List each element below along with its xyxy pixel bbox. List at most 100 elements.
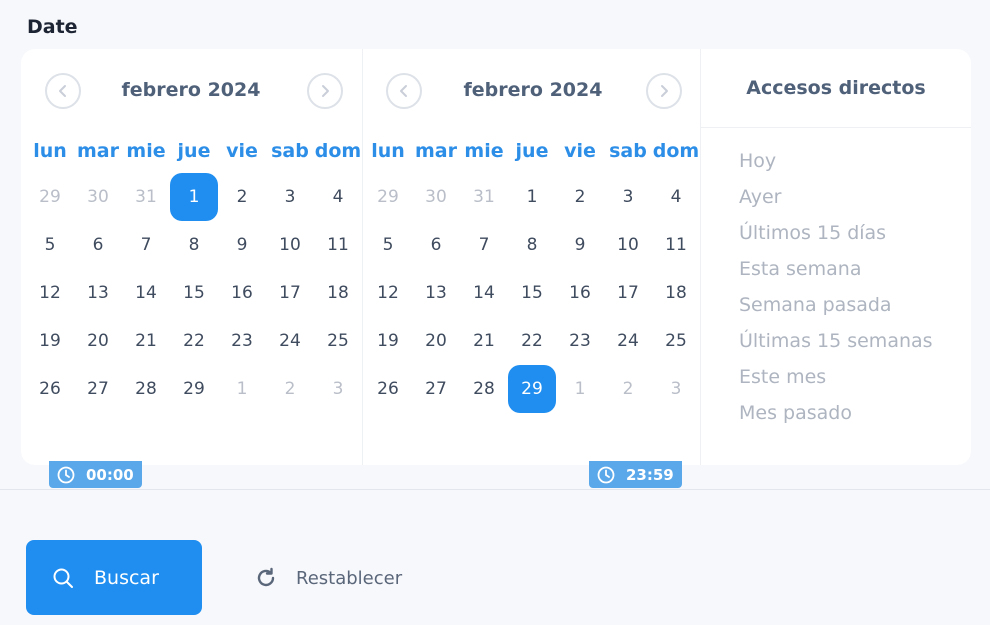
day-number: 1 [526, 187, 538, 207]
day-cell[interactable]: 26 [26, 365, 74, 413]
day-number: 29 [183, 379, 205, 399]
prev-month-button[interactable] [45, 73, 81, 109]
day-cell[interactable]: 5 [364, 221, 412, 269]
day-cell[interactable]: 23 [556, 317, 604, 365]
day-cell[interactable]: 30 [412, 173, 460, 221]
day-cell[interactable]: 20 [412, 317, 460, 365]
shortcut-item[interactable]: Esta semana [739, 256, 971, 292]
day-cell[interactable]: 22 [170, 317, 218, 365]
shortcut-item[interactable]: Ayer [739, 184, 971, 220]
day-cell[interactable]: 29 [170, 365, 218, 413]
day-cell[interactable]: 2 [556, 173, 604, 221]
search-button[interactable]: Buscar [26, 540, 202, 615]
day-cell[interactable]: 16 [556, 269, 604, 317]
day-cell[interactable]: 24 [604, 317, 652, 365]
day-cell[interactable]: 30 [74, 173, 122, 221]
day-cell[interactable]: 15 [170, 269, 218, 317]
day-cell[interactable]: 1 [556, 365, 604, 413]
day-cell[interactable]: 9 [218, 221, 266, 269]
day-cell[interactable]: 19 [364, 317, 412, 365]
day-cell[interactable]: 14 [460, 269, 508, 317]
day-cell[interactable]: 12 [26, 269, 74, 317]
day-cell[interactable]: 11 [652, 221, 700, 269]
day-cell[interactable]: 4 [652, 173, 700, 221]
day-cell-selected[interactable]: 1 [170, 173, 218, 221]
start-time-value: 00:00 [86, 465, 134, 484]
day-grid: 29 30 31 1 2 3 4 5 6 7 8 9 10 11 12 13 14 15 16 17 18 19 20 21 2… [364, 173, 700, 413]
day-cell[interactable]: 8 [508, 221, 556, 269]
day-cell[interactable]: 25 [314, 317, 362, 365]
next-month-button[interactable] [307, 73, 343, 109]
day-cell[interactable]: 17 [266, 269, 314, 317]
day-number: 1 [236, 379, 248, 399]
day-cell[interactable]: 6 [412, 221, 460, 269]
day-cell[interactable]: 23 [218, 317, 266, 365]
day-cell[interactable]: 12 [364, 269, 412, 317]
shortcut-item[interactable]: Este mes [739, 364, 971, 400]
day-number: 20 [87, 331, 109, 351]
day-cell[interactable]: 6 [74, 221, 122, 269]
field-label: Date [27, 16, 78, 38]
day-cell[interactable]: 21 [460, 317, 508, 365]
next-month-button[interactable] [646, 73, 682, 109]
end-time-button[interactable]: 23:59 [589, 461, 682, 488]
day-cell[interactable]: 1 [218, 365, 266, 413]
day-cell[interactable]: 3 [314, 365, 362, 413]
day-cell[interactable]: 27 [412, 365, 460, 413]
day-cell[interactable]: 18 [652, 269, 700, 317]
day-cell[interactable]: 29 [26, 173, 74, 221]
day-number: 6 [430, 235, 442, 255]
day-cell[interactable]: 17 [604, 269, 652, 317]
day-cell[interactable]: 9 [556, 221, 604, 269]
shortcut-item[interactable]: Últimos 15 días [739, 220, 971, 256]
weekday-label: sab [271, 140, 309, 162]
day-cell[interactable]: 22 [508, 317, 556, 365]
shortcut-item[interactable]: Hoy [739, 148, 971, 184]
day-cell[interactable]: 3 [604, 173, 652, 221]
day-cell[interactable]: 24 [266, 317, 314, 365]
day-cell[interactable]: 10 [604, 221, 652, 269]
day-cell-selected[interactable]: 29 [508, 365, 556, 413]
day-cell[interactable]: 21 [122, 317, 170, 365]
day-cell[interactable]: 31 [122, 173, 170, 221]
day-cell[interactable]: 15 [508, 269, 556, 317]
day-cell[interactable]: 28 [122, 365, 170, 413]
day-cell[interactable]: 8 [170, 221, 218, 269]
day-cell[interactable]: 2 [266, 365, 314, 413]
day-cell[interactable]: 18 [314, 269, 362, 317]
day-cell[interactable]: 14 [122, 269, 170, 317]
day-number: 7 [478, 235, 490, 255]
day-cell[interactable]: 31 [460, 173, 508, 221]
day-cell[interactable]: 2 [218, 173, 266, 221]
chevron-right-icon [661, 85, 668, 97]
day-cell[interactable]: 10 [266, 221, 314, 269]
day-cell[interactable]: 3 [652, 365, 700, 413]
prev-month-button[interactable] [386, 73, 422, 109]
start-time-button[interactable]: 00:00 [49, 461, 142, 488]
day-cell[interactable]: 4 [314, 173, 362, 221]
day-cell[interactable]: 3 [266, 173, 314, 221]
reset-button[interactable]: Restablecer [254, 560, 402, 596]
day-cell[interactable]: 19 [26, 317, 74, 365]
shortcut-item[interactable]: Semana pasada [739, 292, 971, 328]
day-cell[interactable]: 13 [74, 269, 122, 317]
day-cell[interactable]: 11 [314, 221, 362, 269]
day-number: 4 [332, 187, 344, 207]
day-cell[interactable]: 28 [460, 365, 508, 413]
day-cell[interactable]: 7 [460, 221, 508, 269]
day-cell[interactable]: 27 [74, 365, 122, 413]
day-cell[interactable]: 1 [508, 173, 556, 221]
day-cell[interactable]: 7 [122, 221, 170, 269]
shortcut-item[interactable]: Mes pasado [739, 400, 971, 436]
day-cell[interactable]: 13 [412, 269, 460, 317]
day-cell[interactable]: 25 [652, 317, 700, 365]
shortcut-item[interactable]: Últimas 15 semanas [739, 328, 971, 364]
day-cell[interactable]: 2 [604, 365, 652, 413]
day-cell[interactable]: 20 [74, 317, 122, 365]
day-cell[interactable]: 26 [364, 365, 412, 413]
weekday-label: dom [652, 140, 700, 162]
day-cell[interactable]: 29 [364, 173, 412, 221]
day-cell[interactable]: 5 [26, 221, 74, 269]
day-cell[interactable]: 16 [218, 269, 266, 317]
day-number: 30 [87, 187, 109, 207]
